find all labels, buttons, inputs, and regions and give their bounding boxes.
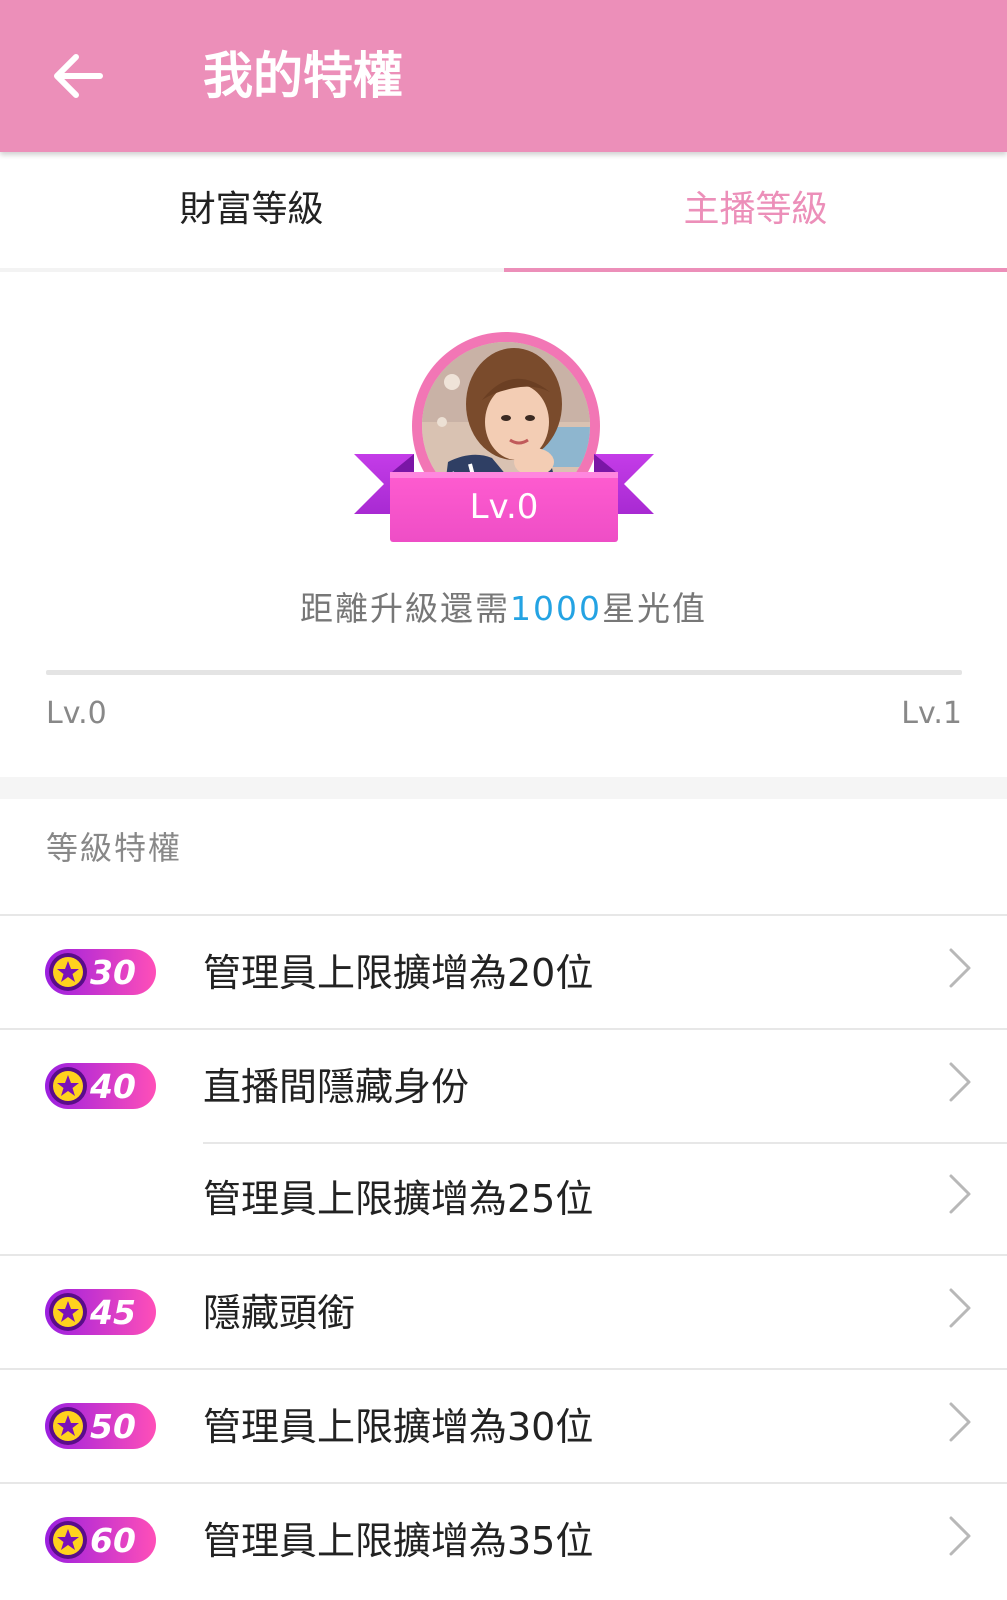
arrow-left-icon[interactable]: [50, 51, 106, 101]
level-badge-icon: 50: [45, 1403, 156, 1449]
chevron-right-icon: [949, 948, 971, 988]
section-divider: [0, 777, 1007, 799]
level-badge-number: 60: [90, 1521, 136, 1560]
chevron-right-icon: [949, 1402, 971, 1442]
privileges-list: 30 管理員上限擴增為20位 40 直播間隱藏身份管理員上限擴增為25位 45 隱藏頭銜 5…: [0, 914, 1007, 1596]
privileges-header: 等級特權: [46, 829, 183, 867]
privileges-section: 等級特權 30 管理員上限擴增為20位 40 直播間隱藏身份管理員上限擴增為25位 45…: [0, 799, 1007, 1600]
app-bar: 我的特權: [0, 0, 1007, 152]
level-progress-bar: [46, 670, 962, 675]
chevron-right-icon: [949, 1062, 971, 1102]
level-tabs: 財富等級 主播等級: [0, 152, 1007, 274]
upgrade-requirement: 距離升級還需1000星光值: [0, 582, 1007, 630]
progress-start-label: Lv.0: [46, 696, 107, 731]
level-badge-label: Lv.0: [469, 487, 539, 527]
level-badge-number: 30: [90, 953, 136, 992]
level-badge-icon: 45: [45, 1289, 156, 1335]
privilege-text: 隱藏頭銜: [203, 1291, 356, 1335]
privilege-text: 管理員上限擴增為25位: [203, 1177, 594, 1221]
privilege-row[interactable]: 管理員上限擴增為25位: [0, 1142, 1007, 1254]
progress-end-label: Lv.1: [901, 696, 962, 731]
level-badge-icon: 40: [45, 1063, 156, 1109]
tab-host-level[interactable]: 主播等級: [504, 152, 1007, 268]
level-badge-number: 40: [89, 1067, 136, 1106]
privilege-row[interactable]: 50 管理員上限擴增為30位: [0, 1368, 1007, 1482]
chevron-right-icon: [949, 1516, 971, 1556]
privilege-text: 管理員上限擴增為35位: [203, 1519, 594, 1563]
privilege-row[interactable]: 40 直播間隱藏身份: [0, 1028, 1007, 1142]
level-badge-number: 50: [90, 1407, 136, 1446]
upgrade-suffix: 星光值: [601, 589, 707, 628]
chevron-right-icon: [949, 1288, 971, 1328]
level-badge: Lv.0: [354, 332, 654, 562]
privilege-row[interactable]: 30 管理員上限擴增為20位: [0, 914, 1007, 1028]
chevron-right-icon: [949, 1174, 971, 1214]
upgrade-prefix: 距離升級還需: [300, 589, 510, 628]
privilege-row[interactable]: 45 隱藏頭銜: [0, 1254, 1007, 1368]
level-badge-icon: 30: [45, 949, 156, 995]
tab-wealth-level[interactable]: 財富等級: [0, 152, 503, 268]
level-badge-icon: 60: [45, 1517, 156, 1563]
page-title: 我的特權: [203, 47, 403, 105]
privilege-row[interactable]: 60 管理員上限擴增為35位: [0, 1482, 1007, 1596]
level-section: Lv.0 距離升級還需1000星光值 Lv.0 Lv.1: [0, 272, 1007, 777]
privilege-text: 管理員上限擴增為20位: [203, 951, 594, 995]
level-badge-number: 45: [89, 1293, 136, 1332]
privilege-text: 直播間隱藏身份: [203, 1065, 470, 1109]
privilege-text: 管理員上限擴增為30位: [203, 1405, 594, 1449]
upgrade-amount: 1000: [510, 589, 602, 628]
